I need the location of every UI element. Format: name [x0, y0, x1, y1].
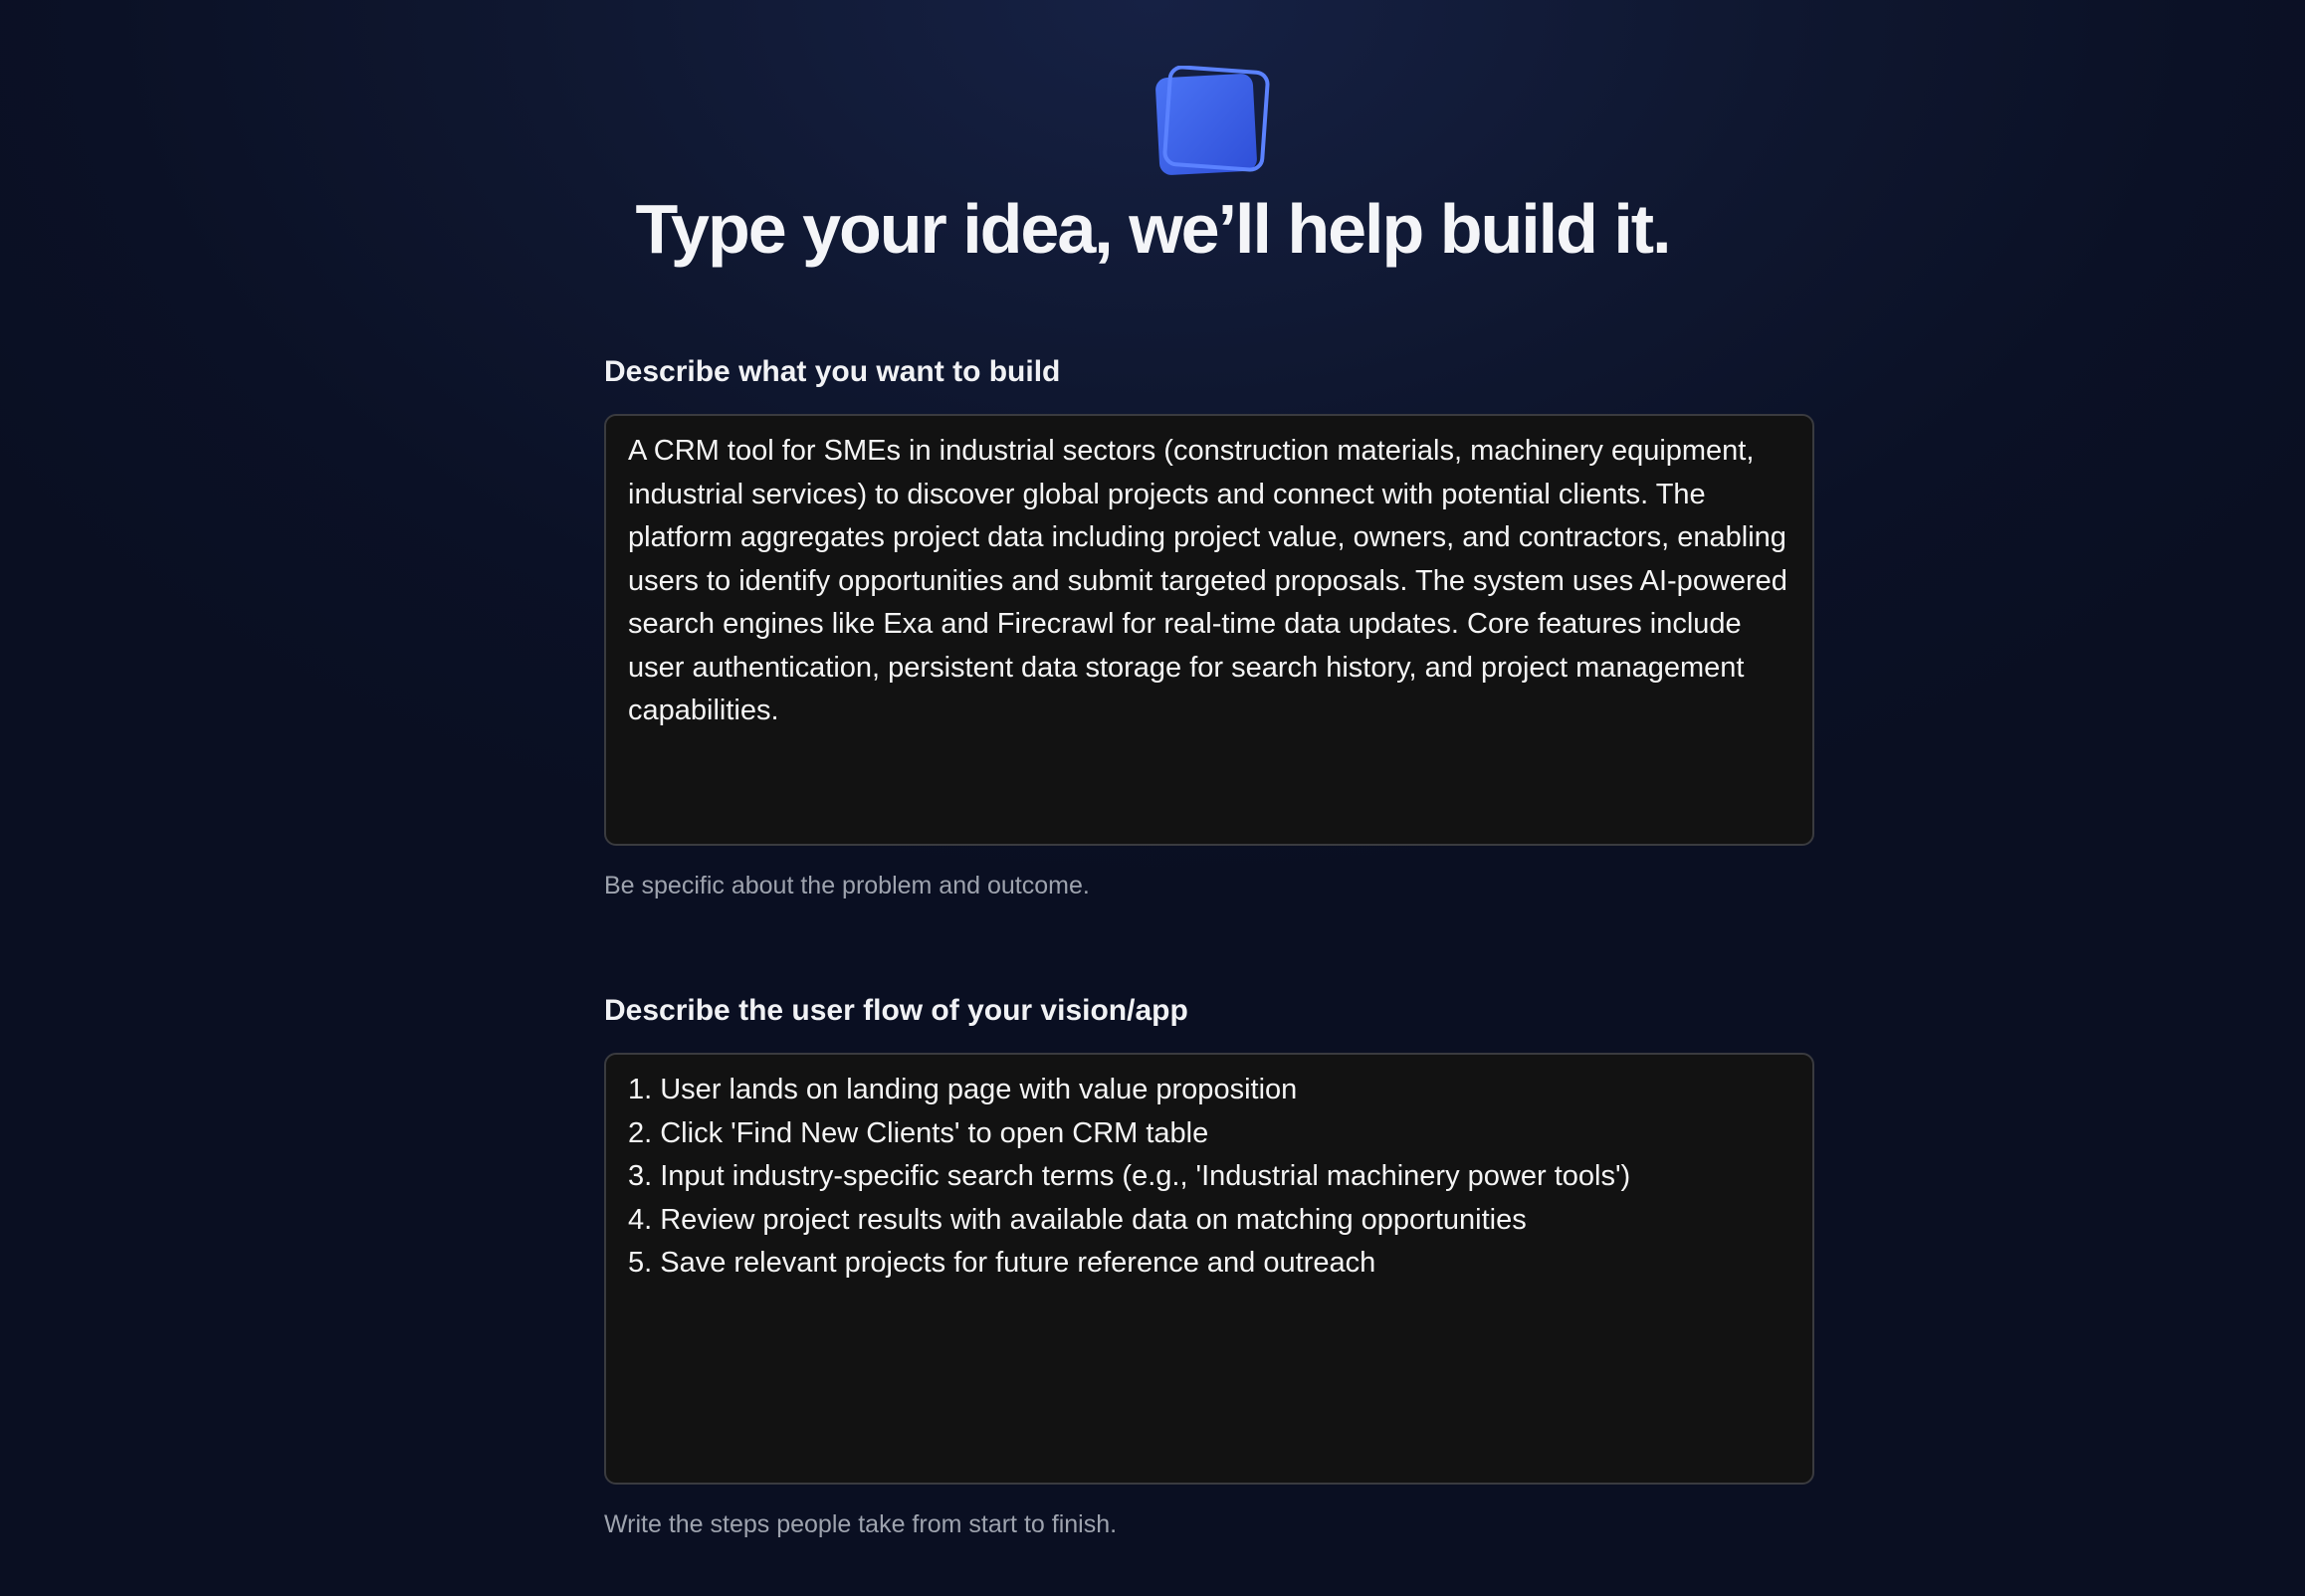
idea-form: Describe what you want to build A CRM to… — [604, 350, 1814, 1542]
stacked-square-logo-icon — [1155, 66, 1270, 175]
build-description-field: Describe what you want to build A CRM to… — [604, 350, 1814, 903]
user-flow-helper: Write the steps people take from start t… — [604, 1510, 1118, 1538]
app-logo — [1153, 66, 1271, 183]
user-flow-field: Describe the user flow of your vision/ap… — [604, 989, 1814, 1542]
build-description-helper: Be specific about the problem and outcom… — [604, 872, 1090, 899]
user-flow-textarea[interactable]: 1. User lands on landing page with value… — [604, 1053, 1814, 1485]
user-flow-label: Describe the user flow of your vision/ap… — [604, 994, 1188, 1027]
build-description-label: Describe what you want to build — [604, 355, 1061, 388]
page-title: Type your idea, we’ll help build it. — [635, 190, 1671, 268]
build-description-textarea[interactable]: A CRM tool for SMEs in industrial sector… — [604, 414, 1814, 846]
